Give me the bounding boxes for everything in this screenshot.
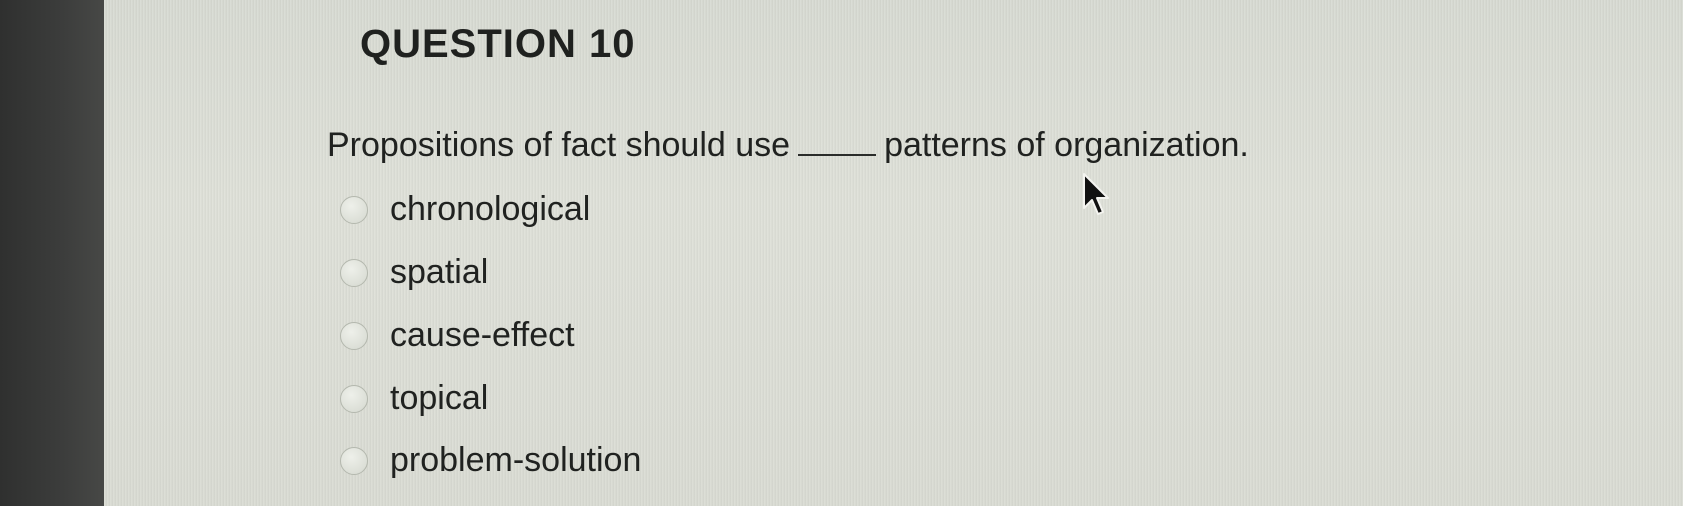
mouse-pointer-icon	[1083, 173, 1109, 215]
answer-blank	[798, 154, 877, 156]
option-label[interactable]: chronological	[390, 190, 590, 229]
radio-button[interactable]	[340, 258, 368, 287]
option-topical[interactable]: topical	[340, 379, 488, 418]
option-cause-effect[interactable]: cause-effect	[340, 316, 575, 355]
question-title: QUESTION 10	[360, 22, 636, 66]
prompt-text-before: Propositions of fact should use	[327, 126, 791, 164]
radio-button[interactable]	[340, 321, 368, 350]
radio-button[interactable]	[340, 195, 368, 224]
option-problem-solution[interactable]: problem-solution	[340, 441, 641, 480]
radio-button[interactable]	[340, 384, 368, 413]
question-prompt: Propositions of fact should use patterns …	[327, 126, 1249, 165]
option-chronological[interactable]: chronological	[340, 190, 590, 229]
option-label[interactable]: spatial	[390, 253, 488, 292]
option-label[interactable]: cause-effect	[390, 316, 575, 355]
monitor-bezel	[0, 0, 104, 506]
prompt-text-after: patterns of organization.	[884, 126, 1249, 164]
option-label[interactable]: topical	[390, 379, 488, 418]
option-label[interactable]: problem-solution	[390, 441, 641, 480]
option-spatial[interactable]: spatial	[340, 253, 488, 292]
radio-button[interactable]	[340, 446, 368, 475]
